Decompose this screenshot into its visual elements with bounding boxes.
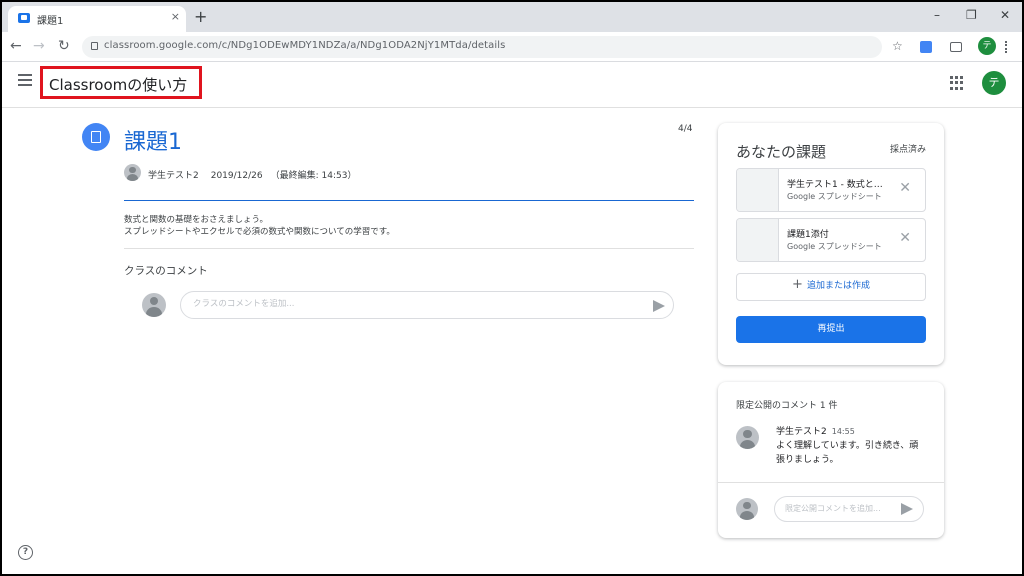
assignment-title: 課題1 [124, 130, 182, 155]
cast-icon[interactable] [950, 42, 962, 52]
resubmit-button[interactable]: 再提出 [736, 316, 926, 343]
tab-close-icon[interactable]: × [171, 10, 180, 23]
help-icon[interactable]: ? [18, 545, 33, 560]
description-line: スプレッドシートやエクセルで必須の数式や関数についての学習です。 [124, 227, 395, 237]
assignment-description: 数式と関数の基礎をおさえましょう。 スプレッドシートやエクセルで必須の数式や関数… [124, 214, 395, 238]
class-comments-heading: クラスのコメント [124, 265, 208, 277]
comment-time: 14:55 [831, 427, 855, 436]
private-comment-input[interactable] [785, 504, 895, 513]
comment-author-name: 学生テスト2 [776, 427, 827, 437]
tab-strip: 課題1 × + – ❐ ✕ [2, 2, 1022, 32]
google-apps-icon[interactable] [950, 76, 964, 90]
new-tab-button[interactable]: + [194, 7, 207, 26]
window-close-button[interactable]: ✕ [1000, 8, 1010, 22]
commenter-avatar [142, 293, 166, 317]
private-comments-title: 限定公開のコメント 1 件 [736, 401, 838, 411]
spreadsheet-thumbnail [737, 169, 779, 211]
section-divider [124, 248, 694, 249]
author-avatar [124, 164, 141, 181]
grading-status: 採点済み [889, 145, 926, 155]
spreadsheet-thumbnail [737, 219, 779, 261]
classroom-favicon-icon [18, 13, 30, 23]
attachment-type: Google スプレッドシート [787, 242, 882, 251]
comment-text: よく理解しています。引き続き、頑張りましょう。 [776, 441, 919, 465]
author-name: 学生テスト2 [148, 171, 199, 181]
browser-menu-icon[interactable] [1005, 41, 1007, 53]
class-comment-input[interactable] [193, 299, 613, 309]
commenter-avatar [736, 426, 759, 449]
address-bar[interactable]: classroom.google.com/c/NDg1ODEwMDY1NDZa/… [82, 36, 882, 58]
translate-icon[interactable] [920, 41, 932, 53]
title-divider [124, 200, 694, 201]
assignment-icon [82, 123, 110, 151]
your-work-card: あなたの課題 採点済み 学生テスト1 - 数式と関数 Google スプレッドシ… [718, 123, 944, 365]
account-avatar[interactable]: テ [982, 71, 1006, 95]
browser-tab[interactable]: 課題1 × [8, 6, 186, 32]
attachment-name: 学生テスト1 - 数式と関数 [787, 180, 891, 190]
back-button[interactable]: ← [10, 38, 22, 54]
add-or-create-label: 追加または作成 [806, 281, 870, 291]
send-icon[interactable] [901, 503, 913, 515]
class-title-highlight: Classroomの使い方 [40, 66, 202, 99]
lock-icon [91, 42, 98, 50]
attachment-item[interactable]: 課題1添付 Google スプレッドシート ✕ [736, 218, 926, 262]
minimize-button[interactable]: – [934, 8, 940, 22]
edited-time: （最終編集: 14:53） [270, 171, 357, 181]
forward-button[interactable]: → [33, 38, 45, 54]
class-comment-box[interactable] [180, 291, 674, 319]
plus-icon: + [792, 277, 803, 292]
hamburger-menu-icon[interactable] [18, 74, 32, 86]
browser-window: 課題1 × + – ❐ ✕ ← → ↻ classroom.google.com… [2, 2, 1022, 574]
restore-button[interactable]: ❐ [966, 8, 977, 22]
description-line: 数式と関数の基礎をおさえましょう。 [124, 215, 268, 225]
user-avatar [736, 498, 758, 520]
submission-count: 4/4 [678, 124, 693, 134]
app-header: Classroomの使い方 テ [2, 62, 1022, 108]
post-date: 2019/12/26 [210, 171, 263, 181]
remove-attachment-icon[interactable]: ✕ [899, 180, 911, 196]
remove-attachment-icon[interactable]: ✕ [899, 230, 911, 246]
comment-divider [718, 482, 944, 483]
add-or-create-button[interactable]: + 追加または作成 [736, 273, 926, 301]
attachment-name: 課題1添付 [787, 230, 829, 240]
browser-profile-avatar[interactable]: テ [978, 37, 996, 55]
attachment-item[interactable]: 学生テスト1 - 数式と関数 Google スプレッドシート ✕ [736, 168, 926, 212]
attachment-type: Google スプレッドシート [787, 192, 882, 201]
class-title[interactable]: Classroomの使い方 [49, 74, 187, 95]
browser-toolbar: ← → ↻ classroom.google.com/c/NDg1ODEwMDY… [2, 32, 1022, 62]
url-text[interactable]: classroom.google.com/c/NDg1ODEwMDY1NDZa/… [104, 40, 505, 51]
reload-button[interactable]: ↻ [58, 38, 70, 54]
bookmark-star-icon[interactable]: ☆ [892, 39, 903, 53]
private-comments-card: 限定公開のコメント 1 件 学生テスト2 14:55 よく理解しています。引き続き… [718, 382, 944, 538]
comment-author: 学生テスト2 14:55 [776, 424, 855, 437]
your-work-title: あなたの課題 [736, 143, 827, 161]
tab-title: 課題1 [37, 16, 64, 27]
assignment-meta: 学生テスト2 2019/12/26 （最終編集: 14:53） [148, 168, 356, 181]
send-icon[interactable] [653, 300, 665, 312]
private-comment-box[interactable] [774, 496, 924, 522]
